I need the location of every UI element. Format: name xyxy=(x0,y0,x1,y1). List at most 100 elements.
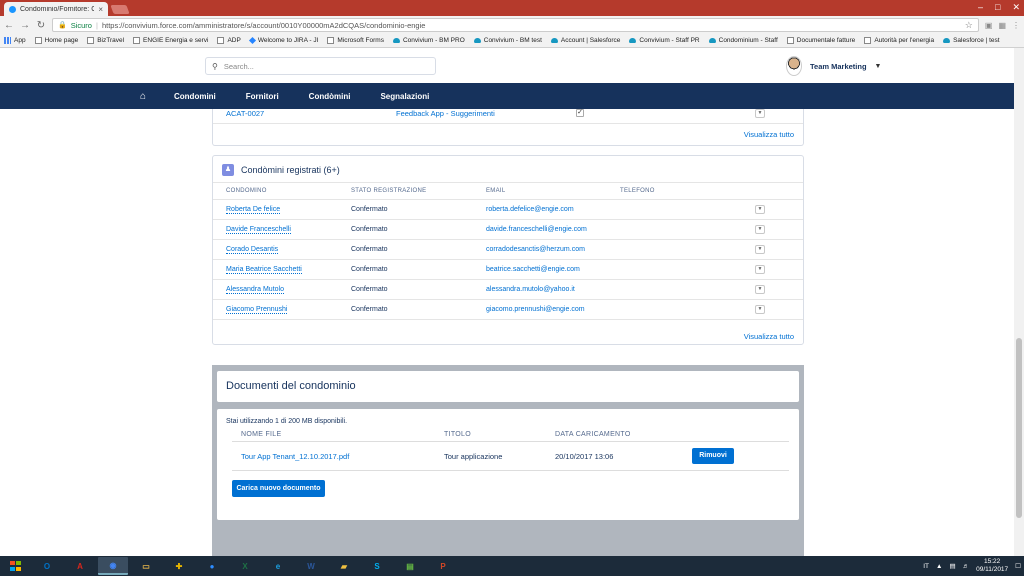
bookmark-item[interactable]: Condominium - Staff xyxy=(708,37,778,44)
bookmark-item[interactable]: Convivium - Staff PR xyxy=(629,37,700,44)
documents-panel: Stai utilizzando 1 di 200 MB disponibili… xyxy=(217,409,799,520)
system-clock[interactable]: 15:22 09/11/2017 xyxy=(976,558,1008,574)
generic-app-icon[interactable]: ▤ xyxy=(395,557,425,575)
bookmark-item[interactable]: ENGIE Energia e servi xyxy=(133,37,208,44)
outlook-app-icon[interactable]: O xyxy=(32,557,62,575)
email-link[interactable]: davide.franceschelli@engie.com xyxy=(486,226,587,233)
excel-app-icon[interactable]: X xyxy=(230,557,260,575)
row-actions-dropdown-icon[interactable]: ▼ xyxy=(755,305,765,314)
reload-icon[interactable]: ↻ xyxy=(36,20,46,31)
bookmark-star-icon[interactable]: ☆ xyxy=(965,20,973,31)
volume-icon[interactable]: ♬ xyxy=(963,563,970,570)
network-icon[interactable]: ▤ xyxy=(949,562,955,570)
card-header: ♟ Condòmini registrati (6+) xyxy=(222,164,340,176)
plus-app-icon[interactable]: ✚ xyxy=(164,557,194,575)
folder-app-icon[interactable]: ▰ xyxy=(329,557,359,575)
condomino-name-link[interactable]: Roberta De felice xyxy=(226,206,281,214)
nav-condomini-residents[interactable]: Condòmini xyxy=(309,92,351,101)
cloud-icon xyxy=(550,38,558,43)
row-actions-dropdown-icon[interactable]: ▼ xyxy=(755,265,765,274)
scrollbar-thumb[interactable] xyxy=(1016,338,1022,518)
chevron-down-icon: ▼ xyxy=(874,62,882,70)
view-all-link[interactable]: Visualizza tutto xyxy=(744,332,794,341)
nav-segnalazioni[interactable]: Segnalazioni xyxy=(380,92,429,101)
bookmark-item[interactable]: Microsoft Forms xyxy=(327,37,384,44)
word-app-icon[interactable]: W xyxy=(296,557,326,575)
windows-start-icon[interactable] xyxy=(3,557,29,575)
bookmark-item[interactable]: Welcome to JIRA - JI xyxy=(248,36,318,45)
email-link[interactable]: giacomo.prennushi@engie.com xyxy=(486,306,585,313)
email-link[interactable]: corradodesanctis@herzum.com xyxy=(486,246,585,253)
bookmark-item[interactable]: Autorità per l'energia xyxy=(864,37,934,44)
language-indicator[interactable]: IT xyxy=(923,563,929,570)
bookmark-item[interactable]: Home page xyxy=(34,37,79,44)
card-title[interactable]: Condòmini registrati (6+) xyxy=(241,165,340,175)
avatar xyxy=(786,56,802,76)
extension-icon[interactable]: ▣ xyxy=(985,21,993,30)
tab-close-icon[interactable]: × xyxy=(98,5,103,14)
bookmark-item[interactable]: Convivium - BM PRO xyxy=(392,37,465,44)
page-scrollbar[interactable] xyxy=(1014,48,1024,556)
row-actions-dropdown-icon[interactable]: ▼ xyxy=(755,205,765,214)
address-bar[interactable]: 🔒 Sicuro | https://convivium.force.com/a… xyxy=(52,18,979,32)
skype-app-icon[interactable]: S xyxy=(362,557,392,575)
new-tab-button[interactable] xyxy=(110,5,130,14)
remove-button[interactable]: Rimuovi xyxy=(692,448,734,464)
row-actions-dropdown-icon[interactable]: ▼ xyxy=(755,109,765,118)
document-link[interactable]: Tour App Tenant_12.10.2017.pdf xyxy=(241,452,349,461)
browser-tab[interactable]: Condominio/Fornitore: C × xyxy=(4,2,108,16)
camera-app-icon[interactable]: ● xyxy=(197,557,227,575)
bookmark-label: Home page xyxy=(44,37,79,44)
search-input[interactable]: Search... xyxy=(224,62,254,71)
search-box[interactable]: ⚲ Search... xyxy=(205,57,436,75)
home-icon[interactable]: ⌂ xyxy=(140,91,174,102)
acrobat-app-icon[interactable]: A xyxy=(65,557,95,575)
maximize-icon[interactable]: □ xyxy=(995,2,1000,13)
email-link[interactable]: roberta.defelice@engie.com xyxy=(486,206,574,213)
bookmark-label: Account | Salesforce xyxy=(560,37,621,44)
nav-fornitori[interactable]: Fornitori xyxy=(246,92,279,101)
extension-icon[interactable]: ▦ xyxy=(998,21,1006,30)
email-link[interactable]: alessandra.mutolo@yahoo.it xyxy=(486,286,575,293)
powerpoint-app-icon[interactable]: P xyxy=(428,557,458,575)
record-link[interactable]: ACAT-0027 xyxy=(226,109,264,118)
page-icon xyxy=(327,37,335,44)
view-all-link[interactable]: Visualizza tutto xyxy=(744,130,794,139)
condomino-name-link[interactable]: Davide Franceschelli xyxy=(226,226,291,234)
menu-icon[interactable]: ⋮ xyxy=(1012,21,1020,30)
people-group-icon: ♟ xyxy=(222,164,234,176)
bookmark-item[interactable]: ADP xyxy=(217,37,241,44)
chevron-up-icon[interactable]: ▲ xyxy=(936,563,942,570)
chrome-app-icon[interactable]: ◉ xyxy=(98,557,128,575)
row-actions-dropdown-icon[interactable]: ▼ xyxy=(755,285,765,294)
upload-date: 20/10/2017 13:06 xyxy=(555,452,614,461)
bookmark-item[interactable]: BizTravel xyxy=(87,37,124,44)
row-actions-dropdown-icon[interactable]: ▼ xyxy=(755,245,765,254)
bookmarks-bar: App Home page BizTravel ENGIE Energia e ser… xyxy=(0,34,1024,48)
bookmark-label: App xyxy=(14,37,26,44)
explorer-app-icon[interactable]: ▭ xyxy=(131,557,161,575)
notifications-icon[interactable]: ☐ xyxy=(1015,562,1021,570)
minimize-icon[interactable]: – xyxy=(978,2,983,13)
email-link[interactable]: beatrice.sacchetti@engie.com xyxy=(486,266,580,273)
nav-condomini[interactable]: Condomini xyxy=(174,92,216,101)
user-menu[interactable]: Team Marketing ▼ xyxy=(786,56,881,76)
forward-icon[interactable]: → xyxy=(20,20,30,31)
close-window-icon[interactable]: ✕ xyxy=(1012,2,1020,13)
ie-app-icon[interactable]: e xyxy=(263,557,293,575)
jira-icon xyxy=(248,36,256,45)
back-icon[interactable]: ← xyxy=(4,20,14,31)
row-actions-dropdown-icon[interactable]: ▼ xyxy=(755,225,765,234)
category-link[interactable]: Feedback App - Suggerimenti xyxy=(396,109,495,118)
condomino-name-link[interactable]: Corado Desantis xyxy=(226,246,279,254)
bookmark-item[interactable]: Account | Salesforce xyxy=(550,37,621,44)
bookmark-item[interactable]: App xyxy=(4,37,26,44)
upload-document-button[interactable]: Carica nuovo documento xyxy=(232,480,325,497)
bookmark-item[interactable]: Salesforce | test xyxy=(943,37,1000,44)
bookmark-item[interactable]: Convivium - BM test xyxy=(473,37,542,44)
condomino-name-link[interactable]: Alessandra Mutolo xyxy=(226,286,284,294)
registration-status: Confermato xyxy=(351,286,388,293)
condomino-name-link[interactable]: Giacomo Prennushi xyxy=(226,306,288,314)
condomino-name-link[interactable]: Maria Beatrice Sacchetti xyxy=(226,266,302,274)
bookmark-item[interactable]: Documentale fatture xyxy=(786,37,855,44)
